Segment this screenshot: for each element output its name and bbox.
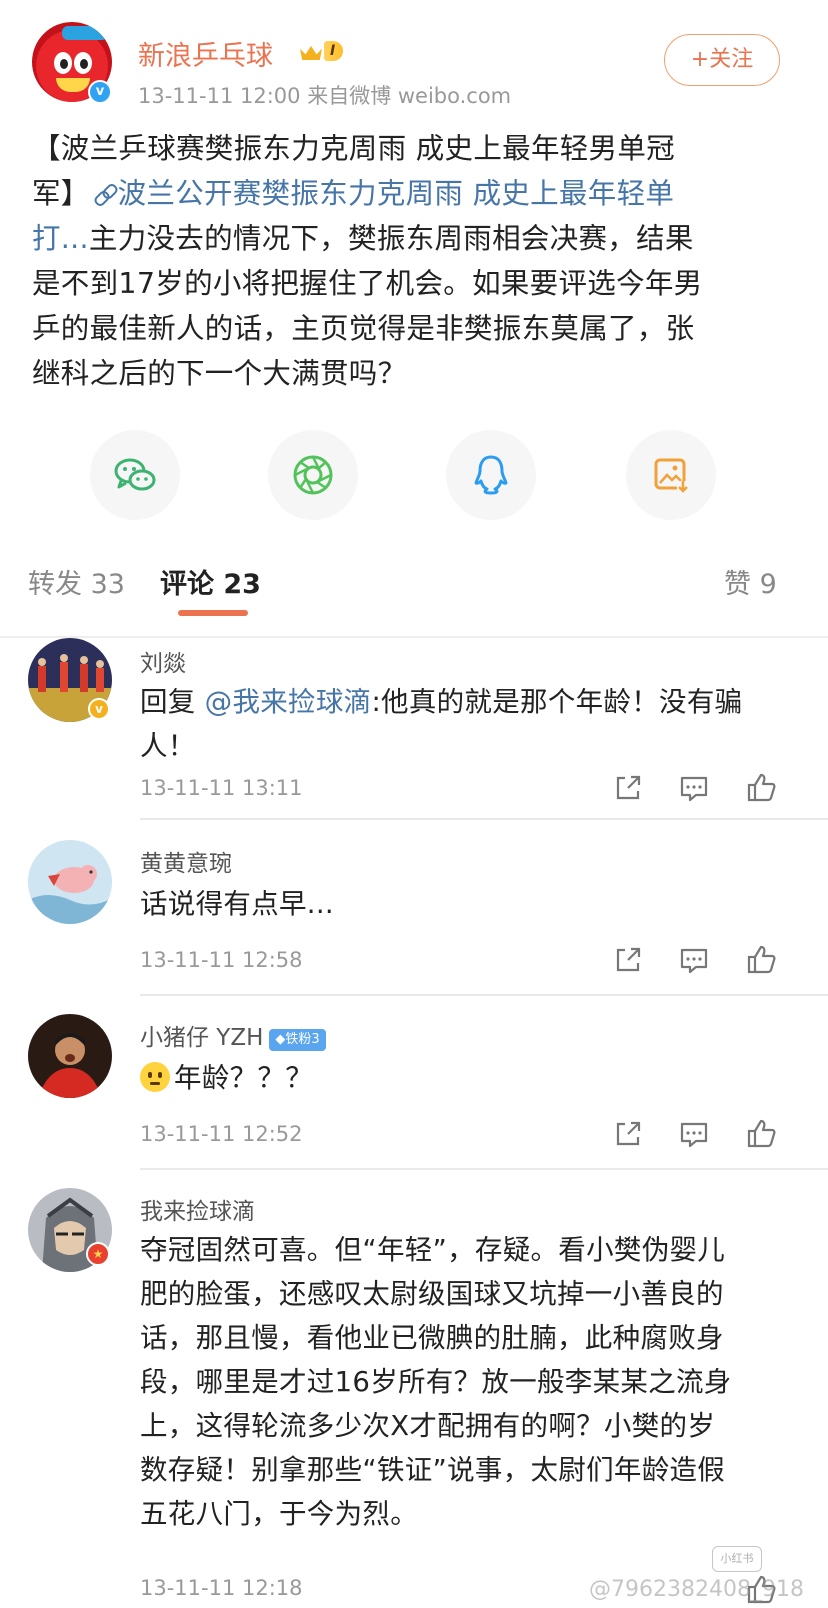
fan-badge[interactable]: ◆铁粉3 (269, 1029, 326, 1051)
comment-text: 年龄？？？ (140, 1056, 800, 1100)
moments-icon (293, 455, 333, 495)
comment-actions (610, 942, 800, 982)
comment-tabs: 转发 33 评论 23 赞 9 (0, 554, 828, 620)
reply-icon[interactable] (676, 1116, 712, 1152)
comment-text: 夺冠固然可喜。但“年轻”，存疑。看小樊伪婴儿 肥的脸蛋，还感叹太尉级国球又坑掉一… (140, 1234, 732, 1530)
like-icon[interactable] (744, 1116, 780, 1152)
level-badge[interactable]: I (298, 38, 344, 64)
divider (140, 994, 828, 996)
commenter-avatar[interactable] (28, 840, 112, 924)
comment-item: 小猪仔 YZH ◆铁粉3 年龄？？？ 13-11-11 12:52 (0, 1000, 828, 1170)
share-moments-button[interactable] (268, 430, 358, 520)
author-name[interactable]: 新浪乒乓球 (138, 34, 273, 73)
share-icon[interactable] (610, 1116, 646, 1152)
avatar-tag (62, 26, 108, 40)
share-qq-button[interactable] (446, 430, 536, 520)
post-text-line: 打...主力没去的情况下，樊振东周雨相会决赛，结果 (32, 222, 694, 255)
qq-icon (474, 455, 508, 495)
follow-button[interactable]: +关注 (664, 34, 780, 86)
share-row (0, 430, 828, 520)
comment-item: ★ 我来捡球滴 夺冠固然可喜。但“年轻”，存疑。看小樊伪婴儿 肥的脸蛋，还感叹太… (0, 1174, 828, 1608)
comment-time: 13-11-11 12:18 (140, 1576, 303, 1600)
post-text-line: 继科之后的下一个大满贯吗？ (32, 357, 407, 390)
watermark-logo: 小红书 (712, 1546, 762, 1572)
article-link[interactable]: 波兰公开赛樊振东力克周雨 成史上最年轻单 (118, 177, 675, 210)
share-icon[interactable] (610, 770, 646, 806)
comment-time: 13-11-11 12:52 (140, 1122, 303, 1146)
commenter-avatar[interactable] (28, 1014, 112, 1098)
divider (140, 1168, 828, 1170)
verified-icon: v (88, 80, 112, 104)
comment-text: 回复 @我来捡球滴:他真的就是那个年龄！没有骗 人！ (140, 686, 743, 762)
tab-repost[interactable]: 转发 33 (28, 562, 125, 601)
member-badge-icon: ★ (86, 1242, 110, 1266)
comment-text: 话说得有点早... (140, 888, 334, 920)
commenter-name[interactable]: 黄黄意琬 (140, 844, 232, 878)
comment-time: 13-11-11 13:11 (140, 776, 303, 800)
save-image-button[interactable] (626, 430, 716, 520)
thinking-emoji-icon (140, 1062, 170, 1092)
verified-icon: v (88, 698, 110, 720)
commenter-name: 小猪仔 YZH ◆铁粉3 (140, 1018, 326, 1052)
tab-likes[interactable]: 赞 9 (724, 562, 777, 601)
post-text: 【波兰乒球赛樊振东力克周雨 成史上最年轻男单冠 军】 波兰公开赛樊振东力克周雨 成… (32, 126, 802, 396)
post-meta: 13-11-11 12:00 来自微博 weibo.com (138, 84, 512, 108)
comment-item: 黄黄意琬 话说得有点早... 13-11-11 12:58 (0, 826, 828, 996)
comment-actions (610, 1116, 800, 1156)
post-header: v 新浪乒乓球 I 13-11-11 12:00 来自微博 weibo.com … (0, 0, 828, 120)
level-label: I (324, 41, 344, 61)
link-icon (94, 183, 116, 205)
mention-link[interactable]: @我来捡球滴 (205, 686, 372, 718)
comment-item: v 刘燚 回复 @我来捡球滴:他真的就是那个年龄！没有骗 人！ 13-11-11… (0, 638, 828, 820)
post-text-line: 【波兰乒球赛樊振东力克周雨 成史上最年轻男单冠 (32, 132, 675, 165)
commenter-name[interactable]: 我来捡球滴 (140, 1192, 255, 1226)
tab-comments[interactable]: 评论 23 (160, 562, 261, 601)
reply-icon[interactable] (676, 770, 712, 806)
like-icon[interactable] (744, 942, 780, 978)
commenter-name[interactable]: 刘燚 (140, 644, 186, 678)
diamond-icon: ◆ (275, 1032, 286, 1047)
crown-icon (298, 40, 324, 62)
like-icon[interactable] (744, 770, 780, 806)
post-text-line: 乒的最佳新人的话，主页觉得是非樊振东莫属了，张 (32, 312, 695, 345)
save-image-icon (654, 458, 689, 493)
divider (140, 818, 828, 820)
watermark: @7962382408_918 (589, 1577, 804, 1602)
wechat-icon (114, 458, 156, 491)
tab-active-indicator (178, 610, 248, 616)
share-icon[interactable] (610, 942, 646, 978)
comment-time: 13-11-11 12:58 (140, 948, 303, 972)
post-text-line: 是不到17岁的小将把握住了机会。如果要评选今年男 (32, 267, 703, 300)
share-wechat-button[interactable] (90, 430, 180, 520)
post-text-line: 军】 波兰公开赛樊振东力克周雨 成史上最年轻单 (32, 177, 675, 210)
article-link-cont[interactable]: 打... (32, 222, 89, 255)
comment-actions (610, 770, 800, 810)
reply-icon[interactable] (676, 942, 712, 978)
